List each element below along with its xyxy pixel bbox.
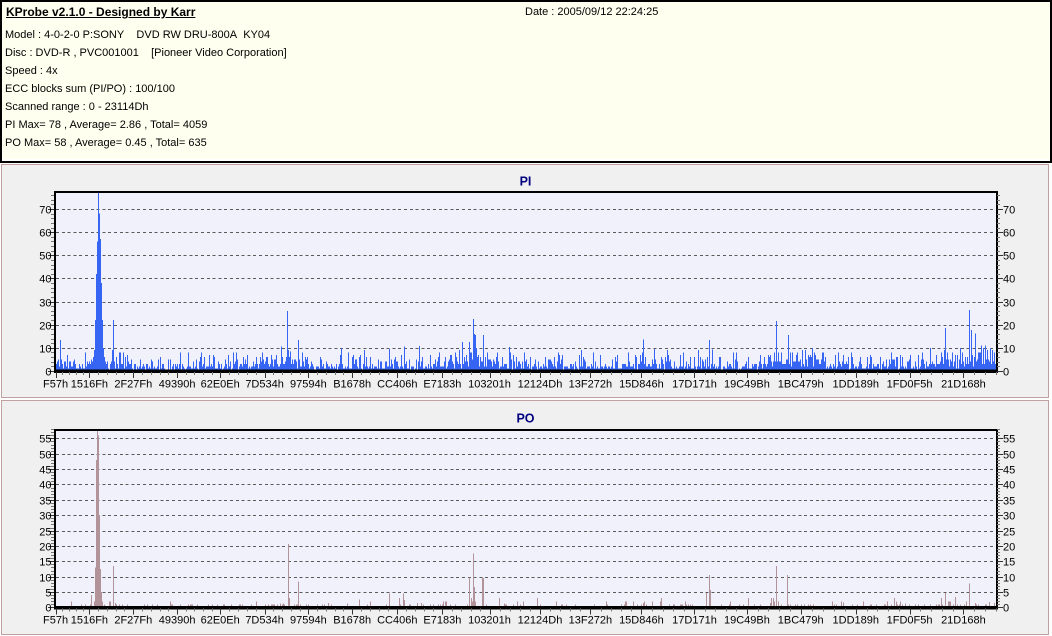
svg-text:45: 45 xyxy=(39,465,51,477)
svg-text:PI: PI xyxy=(520,175,532,189)
svg-text:0: 0 xyxy=(1003,603,1009,615)
svg-text:49390h: 49390h xyxy=(159,379,196,391)
svg-text:F57h: F57h xyxy=(43,615,68,627)
svg-text:30: 30 xyxy=(39,298,51,310)
svg-text:13F272h: 13F272h xyxy=(569,615,612,627)
svg-text:15: 15 xyxy=(1003,557,1015,569)
svg-text:62E0Eh: 62E0Eh xyxy=(201,379,240,391)
svg-text:40: 40 xyxy=(1003,274,1015,286)
svg-text:12124Dh: 12124Dh xyxy=(518,379,563,391)
svg-text:PO: PO xyxy=(516,412,534,426)
svg-text:50: 50 xyxy=(39,251,51,263)
svg-text:35: 35 xyxy=(39,496,51,508)
svg-text:E7183h: E7183h xyxy=(423,379,461,391)
svg-text:7D534h: 7D534h xyxy=(245,615,284,627)
svg-text:30: 30 xyxy=(1003,511,1015,523)
svg-text:10: 10 xyxy=(39,573,51,585)
svg-text:25: 25 xyxy=(39,527,51,539)
svg-text:97594h: 97594h xyxy=(290,615,327,627)
svg-text:49390h: 49390h xyxy=(159,615,196,627)
svg-text:2F27Fh: 2F27Fh xyxy=(114,615,152,627)
svg-text:1516Fh: 1516Fh xyxy=(71,615,108,627)
svg-text:30: 30 xyxy=(1003,298,1015,310)
svg-text:1BC479h: 1BC479h xyxy=(778,379,824,391)
svg-text:B1678h: B1678h xyxy=(333,379,371,391)
svg-text:1BC479h: 1BC479h xyxy=(778,615,824,627)
svg-text:10: 10 xyxy=(1003,573,1015,585)
svg-text:97594h: 97594h xyxy=(290,379,327,391)
svg-text:55: 55 xyxy=(1003,434,1015,446)
svg-text:CC406h: CC406h xyxy=(377,379,417,391)
svg-text:1DD189h: 1DD189h xyxy=(833,379,879,391)
svg-text:0: 0 xyxy=(45,367,51,379)
svg-text:0: 0 xyxy=(1003,367,1009,379)
svg-text:1DD189h: 1DD189h xyxy=(833,615,879,627)
svg-text:13F272h: 13F272h xyxy=(569,379,612,391)
svg-text:45: 45 xyxy=(1003,465,1015,477)
svg-text:1FD0F5h: 1FD0F5h xyxy=(887,379,933,391)
svg-text:7D534h: 7D534h xyxy=(245,379,284,391)
svg-text:40: 40 xyxy=(39,274,51,286)
svg-text:10: 10 xyxy=(39,344,51,356)
svg-text:1516Fh: 1516Fh xyxy=(71,379,108,391)
svg-text:50: 50 xyxy=(39,450,51,462)
svg-text:15: 15 xyxy=(39,557,51,569)
svg-text:12124Dh: 12124Dh xyxy=(518,615,563,627)
svg-text:1FD0F5h: 1FD0F5h xyxy=(887,615,933,627)
svg-text:F57h: F57h xyxy=(43,379,68,391)
svg-text:40: 40 xyxy=(39,480,51,492)
svg-text:17D171h: 17D171h xyxy=(672,615,717,627)
svg-text:21D168h: 21D168h xyxy=(941,379,986,391)
svg-text:E7183h: E7183h xyxy=(423,615,461,627)
svg-text:5: 5 xyxy=(1003,588,1009,600)
svg-text:2F27Fh: 2F27Fh xyxy=(114,379,152,391)
svg-text:21D168h: 21D168h xyxy=(941,615,986,627)
svg-text:20: 20 xyxy=(39,321,51,333)
svg-text:19C49Bh: 19C49Bh xyxy=(724,379,770,391)
svg-text:10: 10 xyxy=(1003,344,1015,356)
svg-text:17D171h: 17D171h xyxy=(672,379,717,391)
svg-text:20: 20 xyxy=(1003,321,1015,333)
svg-text:62E0Eh: 62E0Eh xyxy=(201,615,240,627)
svg-text:5: 5 xyxy=(45,588,51,600)
svg-text:60: 60 xyxy=(1003,228,1015,240)
svg-text:0: 0 xyxy=(45,603,51,615)
svg-text:25: 25 xyxy=(1003,527,1015,539)
svg-text:30: 30 xyxy=(39,511,51,523)
svg-text:CC406h: CC406h xyxy=(377,615,417,627)
svg-text:B1678h: B1678h xyxy=(333,615,371,627)
svg-text:70: 70 xyxy=(39,205,51,217)
svg-text:50: 50 xyxy=(1003,251,1015,263)
svg-text:40: 40 xyxy=(1003,480,1015,492)
svg-text:15D846h: 15D846h xyxy=(619,615,664,627)
svg-text:20: 20 xyxy=(39,542,51,554)
svg-text:19C49Bh: 19C49Bh xyxy=(724,615,770,627)
svg-text:60: 60 xyxy=(39,228,51,240)
svg-text:35: 35 xyxy=(1003,496,1015,508)
svg-text:55: 55 xyxy=(39,434,51,446)
svg-text:70: 70 xyxy=(1003,205,1015,217)
svg-text:103201h: 103201h xyxy=(468,615,511,627)
svg-text:15D846h: 15D846h xyxy=(619,379,664,391)
svg-text:103201h: 103201h xyxy=(468,379,511,391)
svg-text:50: 50 xyxy=(1003,450,1015,462)
svg-text:20: 20 xyxy=(1003,542,1015,554)
